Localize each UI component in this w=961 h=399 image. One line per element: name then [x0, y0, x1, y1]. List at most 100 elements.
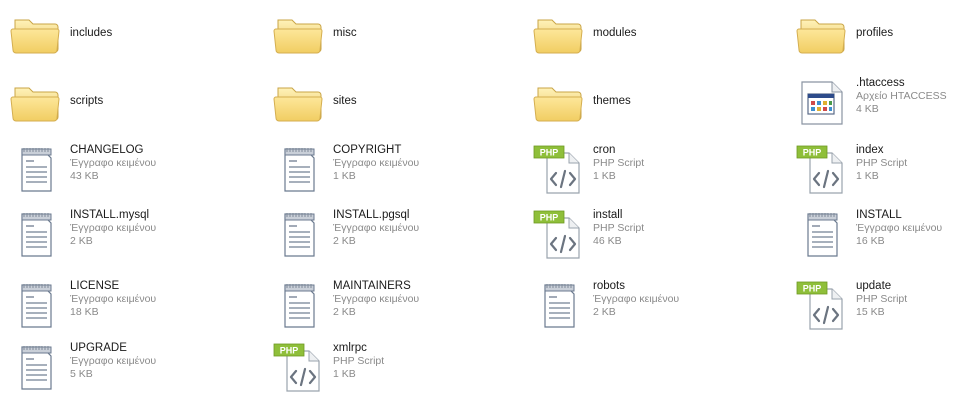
file-icon-view: includes misc modules profiles scripts s…	[0, 0, 961, 399]
folder-icon	[273, 8, 325, 60]
file-item-maintainers[interactable]: MAINTAINERS Έγγραφο κειμένου 2 KB	[267, 279, 517, 337]
item-name: includes	[70, 27, 113, 39]
htaccess-file-icon	[796, 76, 848, 128]
item-name: INSTALL.pgsql	[333, 209, 410, 221]
item-type: PHP Script	[333, 355, 385, 367]
item-type: PHP Script	[856, 293, 908, 305]
item-text: robots Έγγραφο κειμένου 2 KB	[593, 279, 778, 319]
item-text: xmlrpc PHP Script 1 KB	[333, 341, 518, 381]
item-type: Έγγραφο κειμένου	[333, 222, 420, 234]
svg-text:PHP: PHP	[803, 148, 822, 158]
text-document-icon	[796, 208, 848, 260]
php-script-icon: PHP	[796, 143, 848, 195]
item-type: Έγγραφο κειμένου	[593, 293, 680, 305]
php-script-icon: PHP	[533, 143, 585, 195]
php-script-icon: PHP	[533, 208, 585, 260]
svg-text:PHP: PHP	[803, 284, 822, 294]
item-type: Έγγραφο κειμένου	[70, 157, 157, 169]
item-size: 2 KB	[333, 235, 356, 247]
folder-item-themes[interactable]: themes	[527, 76, 777, 134]
text-document-icon	[10, 279, 62, 331]
item-name: profiles	[856, 27, 894, 39]
item-size: 1 KB	[856, 170, 879, 182]
folder-item-modules[interactable]: modules	[527, 8, 777, 66]
item-text: modules	[593, 26, 778, 40]
item-name: modules	[593, 27, 637, 39]
item-text: install PHP Script 46 KB	[593, 208, 778, 248]
item-type: PHP Script	[856, 157, 908, 169]
item-name: misc	[333, 27, 357, 39]
item-size: 2 KB	[333, 306, 356, 318]
item-text: index PHP Script 1 KB	[856, 143, 961, 183]
folder-item-profiles[interactable]: profiles	[790, 8, 961, 66]
text-document-icon	[273, 143, 325, 195]
folder-item-includes[interactable]: includes	[4, 8, 254, 66]
php-script-icon: PHP	[273, 341, 325, 393]
file-item-install-mysql[interactable]: INSTALL.mysql Έγγραφο κειμένου 2 KB	[4, 208, 254, 266]
item-text: CHANGELOG Έγγραφο κειμένου 43 KB	[70, 143, 255, 183]
folder-item-misc[interactable]: misc	[267, 8, 517, 66]
folder-icon	[273, 76, 325, 128]
item-size: 5 KB	[70, 368, 93, 380]
item-name: UPGRADE	[70, 342, 127, 354]
item-text: themes	[593, 94, 778, 108]
item-size: 1 KB	[593, 170, 616, 182]
item-type: Έγγραφο κειμένου	[70, 293, 157, 305]
item-name: themes	[593, 95, 631, 107]
file-item-license[interactable]: LICENSE Έγγραφο κειμένου 18 KB	[4, 279, 254, 337]
file-item-install[interactable]: INSTALL Έγγραφο κειμένου 16 KB	[790, 208, 961, 266]
file-item-htaccess[interactable]: .htaccess Αρχείο HTACCESS 4 KB	[790, 76, 961, 134]
item-name: cron	[593, 144, 616, 156]
file-item-robots[interactable]: robots Έγγραφο κειμένου 2 KB	[527, 279, 777, 337]
item-type: Έγγραφο κειμένου	[856, 222, 943, 234]
folder-icon	[10, 8, 62, 60]
item-text: INSTALL.pgsql Έγγραφο κειμένου 2 KB	[333, 208, 518, 248]
text-document-icon	[273, 279, 325, 331]
text-document-icon	[10, 341, 62, 393]
item-type: Έγγραφο κειμένου	[333, 157, 420, 169]
file-item-copyright[interactable]: COPYRIGHT Έγγραφο κειμένου 1 KB	[267, 143, 517, 201]
item-text: .htaccess Αρχείο HTACCESS 4 KB	[856, 76, 961, 116]
item-name: LICENSE	[70, 280, 120, 292]
item-name: update	[856, 280, 892, 292]
item-name: install	[593, 209, 623, 221]
item-text: cron PHP Script 1 KB	[593, 143, 778, 183]
item-type: PHP Script	[593, 222, 645, 234]
item-text: UPGRADE Έγγραφο κειμένου 5 KB	[70, 341, 255, 381]
file-item-changelog[interactable]: CHANGELOG Έγγραφο κειμένου 43 KB	[4, 143, 254, 201]
item-size: 43 KB	[70, 170, 99, 182]
file-item-update[interactable]: PHP update PHP Script 15 KB	[790, 279, 961, 337]
file-item-cron[interactable]: PHP cron PHP Script 1 KB	[527, 143, 777, 201]
item-size: 18 KB	[70, 306, 99, 318]
item-text: sites	[333, 94, 518, 108]
text-document-icon	[273, 208, 325, 260]
item-size: 2 KB	[70, 235, 93, 247]
file-item-install-pgsql[interactable]: INSTALL.pgsql Έγγραφο κειμένου 2 KB	[267, 208, 517, 266]
php-script-icon: PHP	[796, 279, 848, 331]
item-name: sites	[333, 95, 357, 107]
item-name: INSTALL	[856, 209, 902, 221]
file-item-xmlrpc[interactable]: PHP xmlrpc PHP Script 1 KB	[267, 341, 517, 399]
item-text: includes	[70, 26, 255, 40]
folder-item-sites[interactable]: sites	[267, 76, 517, 134]
item-name: COPYRIGHT	[333, 144, 402, 156]
item-size: 46 KB	[593, 235, 622, 247]
item-text: MAINTAINERS Έγγραφο κειμένου 2 KB	[333, 279, 518, 319]
file-item-install[interactable]: PHP install PHP Script 46 KB	[527, 208, 777, 266]
text-document-icon	[10, 143, 62, 195]
item-text: profiles	[856, 26, 961, 40]
text-document-icon	[533, 279, 585, 331]
folder-item-scripts[interactable]: scripts	[4, 76, 254, 134]
item-name: CHANGELOG	[70, 144, 144, 156]
folder-icon	[796, 8, 848, 60]
item-size: 1 KB	[333, 170, 356, 182]
file-item-upgrade[interactable]: UPGRADE Έγγραφο κειμένου 5 KB	[4, 341, 254, 399]
item-type: Έγγραφο κειμένου	[333, 293, 420, 305]
folder-icon	[533, 8, 585, 60]
file-item-index[interactable]: PHP index PHP Script 1 KB	[790, 143, 961, 201]
item-size: 2 KB	[593, 306, 616, 318]
item-text: INSTALL Έγγραφο κειμένου 16 KB	[856, 208, 961, 248]
item-text: update PHP Script 15 KB	[856, 279, 961, 319]
svg-text:PHP: PHP	[280, 346, 299, 356]
item-size: 15 KB	[856, 306, 885, 318]
